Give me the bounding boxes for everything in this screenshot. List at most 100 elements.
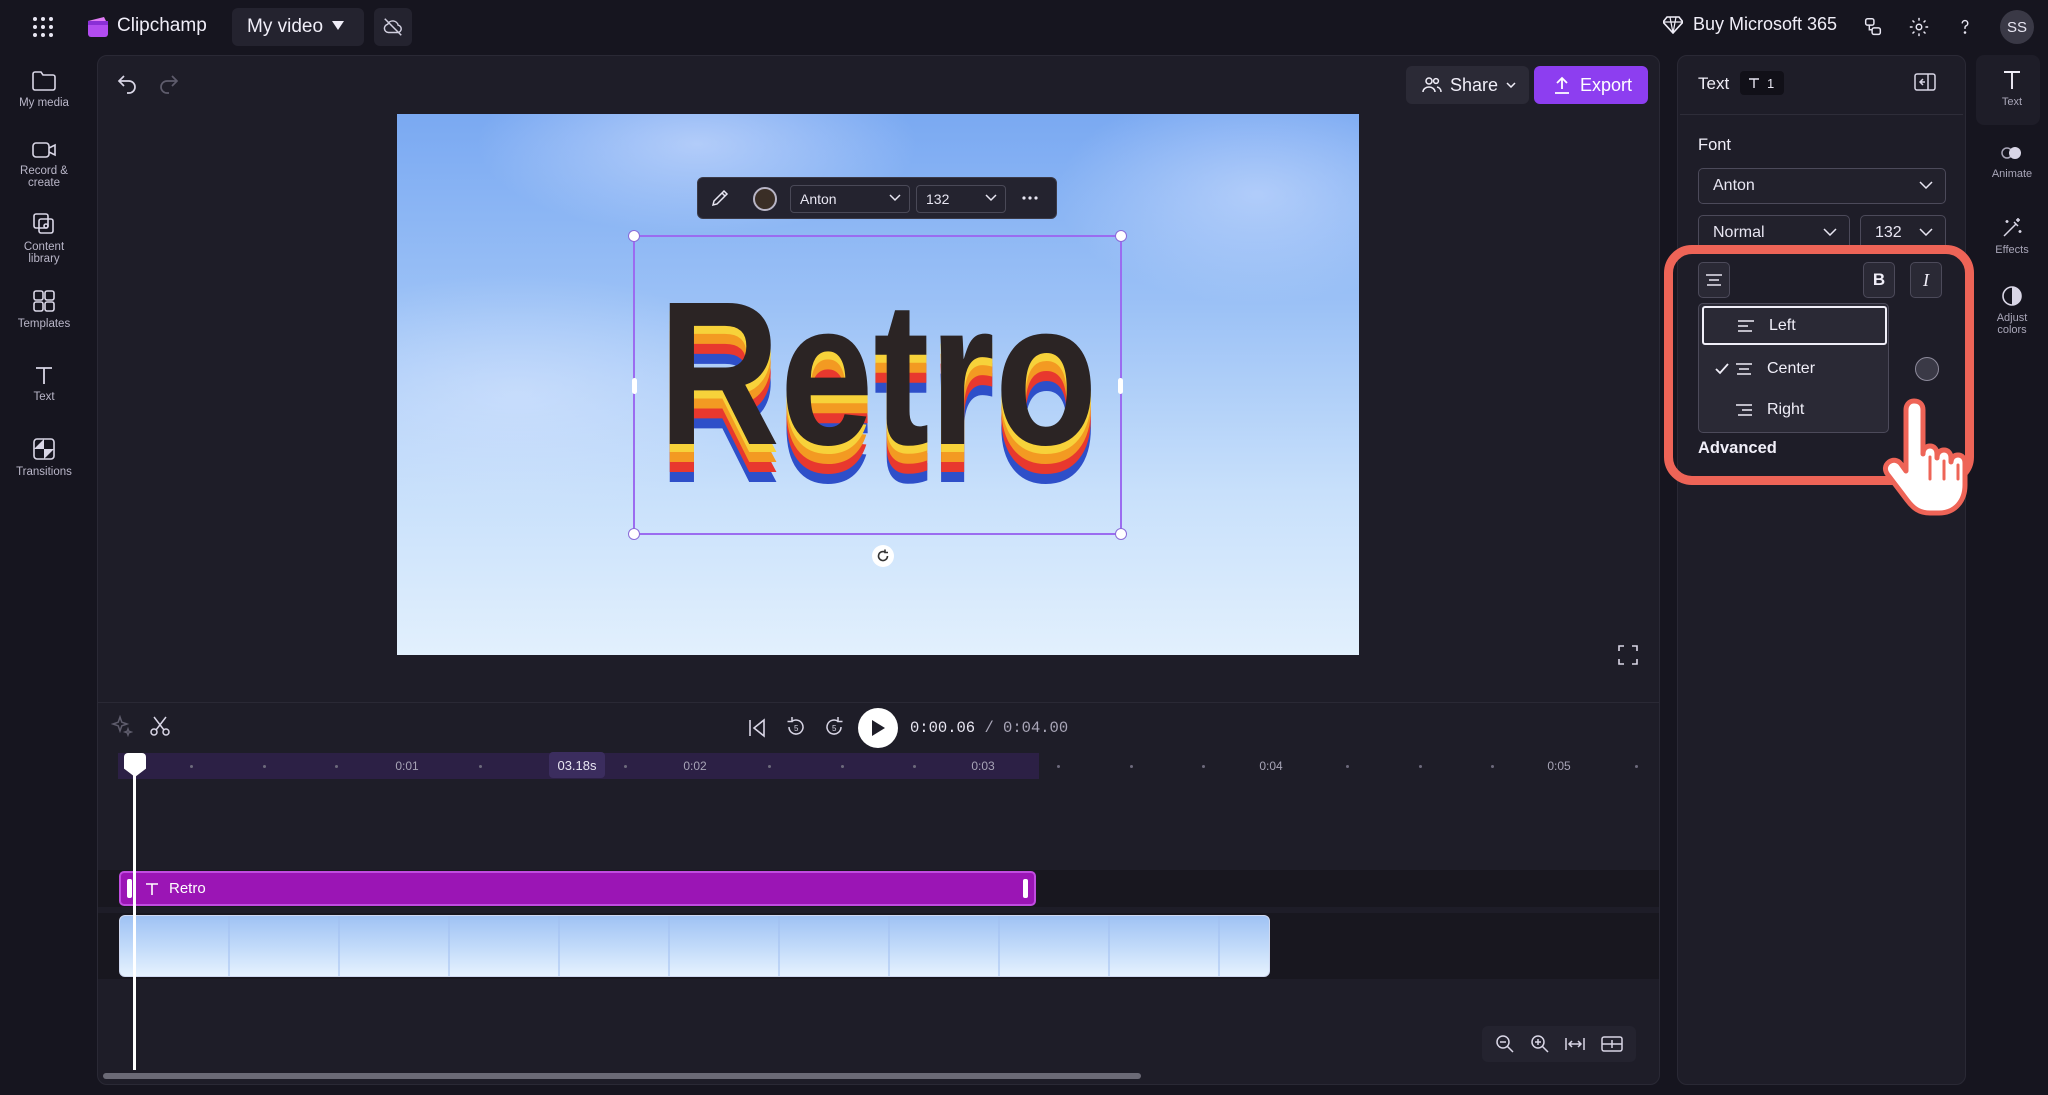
effects-icon [2003, 218, 2022, 237]
hover-time-tooltip: 03.18s [549, 752, 605, 778]
export-button[interactable]: Export [1534, 66, 1648, 104]
chevron-down-icon [1823, 228, 1837, 236]
app-name: Clipchamp [117, 15, 207, 36]
collapse-panel-icon[interactable] [1914, 72, 1936, 92]
resize-handle[interactable] [628, 230, 640, 242]
zoom-out-icon[interactable] [1495, 1034, 1515, 1054]
font-section-label: Font [1698, 136, 1732, 154]
fullscreen-icon[interactable] [1617, 644, 1639, 666]
undo-icon[interactable] [115, 72, 139, 96]
rail-item-transitions[interactable]: Transitions [0, 437, 88, 478]
duration: / 0:04.00 [984, 719, 1069, 737]
adjust-colors-icon [2002, 286, 2022, 306]
rail-label: Text [33, 391, 55, 403]
rail-label: Text [2001, 96, 2023, 108]
split-scissors-icon[interactable] [149, 715, 171, 737]
buy-label: Buy Microsoft 365 [1693, 14, 1838, 34]
rail-item-record-create[interactable]: Record & create [0, 140, 88, 189]
settings-gear-icon[interactable] [1904, 12, 1934, 42]
svg-text:5: 5 [832, 724, 837, 733]
forward-5-icon[interactable]: 5 [823, 716, 845, 738]
text-color-swatch[interactable] [753, 187, 777, 211]
text-icon [1749, 78, 1759, 88]
ruler-tick [623, 765, 627, 768]
rail-label: Content library [23, 241, 65, 265]
share-people-icon[interactable] [1858, 12, 1888, 42]
badge-count: 1 [1767, 75, 1775, 91]
ruler-tick [1129, 765, 1133, 768]
text-layer-badge: 1 [1740, 71, 1784, 95]
text-icon [2004, 71, 2020, 89]
text-selection-box[interactable] [628, 230, 1127, 540]
resize-handle[interactable] [628, 528, 640, 540]
resize-handle[interactable] [632, 378, 637, 394]
clip-trim-handle[interactable] [1023, 879, 1028, 898]
project-name-dropdown[interactable]: My video [232, 8, 364, 46]
ruler-tick [1490, 765, 1494, 768]
zoom-controls [1482, 1026, 1636, 1062]
panel-divider [1680, 114, 1963, 115]
share-button[interactable]: Share [1406, 66, 1529, 104]
rail-item-my-media[interactable]: My media [0, 70, 88, 109]
resize-handle[interactable] [1115, 230, 1127, 242]
rail-label: Effects [1995, 244, 2029, 256]
play-button[interactable] [858, 708, 898, 748]
play-icon [872, 720, 885, 736]
rail-item-content-library[interactable]: Content library [0, 212, 88, 265]
clip-trim-handle[interactable] [127, 879, 132, 898]
templates-icon [33, 290, 55, 312]
zoom-in-icon[interactable] [1530, 1034, 1550, 1054]
rail-item-animate[interactable]: Animate [1976, 143, 2048, 180]
timecode: 0:00.06 / 0:04.00 [910, 719, 1068, 737]
edit-pencil-icon[interactable] [710, 188, 730, 208]
avatar[interactable]: SS [2000, 10, 2034, 44]
timeline-expand-icon[interactable] [1601, 1035, 1623, 1053]
fit-width-icon[interactable] [1564, 1036, 1586, 1052]
chevron-down-icon [1919, 181, 1933, 189]
rail-item-templates[interactable]: Templates [0, 289, 88, 330]
right-rail: Text Animate Effects Adjust colors [1976, 55, 2048, 435]
chevron-down-icon [1506, 82, 1516, 88]
timeline-divider [98, 702, 1659, 703]
content-library-icon [33, 213, 54, 234]
timeline-scrollbar[interactable] [103, 1073, 1141, 1079]
ruler-tick [262, 765, 266, 768]
buy-microsoft-365-link[interactable]: Buy Microsoft 365 [1663, 14, 1837, 35]
help-icon[interactable] [1950, 12, 1980, 42]
rail-item-text-properties[interactable]: Text [1976, 69, 2048, 108]
rail-label: Record & create [20, 165, 68, 189]
cloud-sync-off-icon[interactable] [374, 8, 412, 46]
font-family-dropdown[interactable]: Anton [1698, 168, 1946, 204]
rail-item-effects[interactable]: Effects [1976, 217, 2048, 256]
chevron-down-icon [985, 194, 997, 202]
rail-label: My media [19, 97, 69, 109]
rail-item-text[interactable]: Text [0, 364, 88, 403]
ruler-label: 0:03 [971, 759, 995, 773]
more-options-icon[interactable] [1020, 188, 1040, 208]
svg-text:5: 5 [794, 724, 799, 733]
font-size-dropdown[interactable]: 132 [916, 185, 1006, 213]
ruler-label: 0:05 [1547, 759, 1571, 773]
upload-icon [1555, 76, 1569, 94]
text-clip[interactable]: Retro [119, 871, 1036, 906]
resize-handle[interactable] [1115, 528, 1127, 540]
redo-icon[interactable] [157, 72, 181, 96]
resize-handle[interactable] [1118, 378, 1123, 394]
rotate-icon[interactable] [872, 545, 894, 567]
folder-icon [32, 71, 56, 91]
video-clip[interactable] [119, 915, 1270, 977]
hand-pointer-icon [1880, 395, 1980, 517]
magic-sparkle-icon[interactable] [111, 715, 133, 737]
app-launcher-icon[interactable] [28, 13, 58, 41]
playhead-line [133, 770, 136, 1070]
font-dropdown[interactable]: Anton [790, 185, 910, 213]
rewind-5-icon[interactable]: 5 [785, 716, 807, 738]
rail-item-adjust-colors[interactable]: Adjust colors [1976, 285, 2048, 336]
text-clip-label: Retro [169, 880, 206, 897]
rail-label: Transitions [16, 466, 72, 478]
properties-panel [1677, 55, 1966, 1085]
panel-title: Text [1698, 74, 1730, 93]
ruler-tick [1418, 765, 1422, 768]
skip-to-start-icon[interactable] [746, 717, 768, 739]
diamond-icon [1663, 15, 1683, 34]
